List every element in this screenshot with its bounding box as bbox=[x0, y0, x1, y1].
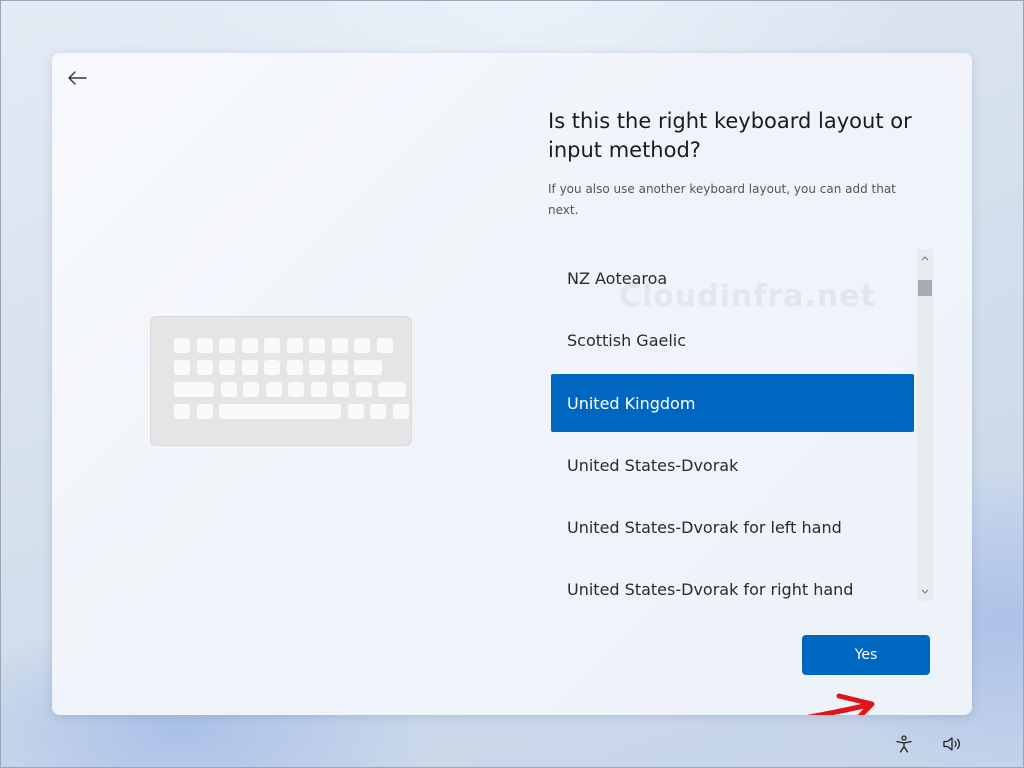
keyboard-key bbox=[354, 360, 382, 375]
list-item-united-states-dvorak-right-hand[interactable]: United States-Dvorak for right hand bbox=[551, 560, 914, 601]
red-arrow-annotation bbox=[807, 693, 875, 715]
back-arrow-icon bbox=[68, 71, 87, 85]
list-item-label: United States-Dvorak for left hand bbox=[567, 517, 842, 537]
keyboard-key bbox=[331, 360, 348, 375]
list-item-nz-aotearoa[interactable]: NZ Aotearoa bbox=[551, 249, 914, 307]
keyboard-key bbox=[174, 404, 190, 419]
keyboard-key bbox=[243, 382, 259, 397]
keyboard-key bbox=[219, 404, 341, 419]
list-item-label: Scottish Gaelic bbox=[567, 330, 687, 350]
keyboard-key bbox=[392, 404, 409, 419]
keyboard-key bbox=[220, 382, 237, 397]
keyboard-key bbox=[241, 338, 258, 353]
keyboard-key bbox=[174, 382, 214, 397]
oobe-dialog: Is this the right keyboard layout or inp… bbox=[52, 53, 972, 715]
volume-button[interactable] bbox=[940, 732, 964, 756]
keyboard-key bbox=[378, 382, 406, 397]
accessibility-button[interactable] bbox=[892, 732, 916, 756]
keyboard-key bbox=[219, 360, 235, 375]
volume-icon bbox=[943, 737, 961, 751]
keyboard-key bbox=[310, 382, 327, 397]
chevron-down-icon bbox=[921, 589, 929, 594]
keyboard-key bbox=[288, 382, 304, 397]
keyboard-key bbox=[265, 382, 282, 397]
keyboard-key bbox=[333, 382, 349, 397]
yes-button[interactable]: Yes bbox=[802, 635, 930, 675]
list-item-label: United States-Dvorak bbox=[567, 455, 739, 475]
list-item-united-states-dvorak-left-hand[interactable]: United States-Dvorak for left hand bbox=[551, 498, 914, 556]
keyboard-key bbox=[370, 404, 386, 419]
keyboard-key bbox=[196, 338, 213, 353]
keyboard-key bbox=[309, 360, 325, 375]
chevron-up-icon bbox=[921, 256, 929, 261]
keyboard-key bbox=[196, 404, 213, 419]
keyboard-key bbox=[264, 338, 280, 353]
keyboard-key bbox=[219, 338, 235, 353]
keyboard-key bbox=[174, 360, 190, 375]
list-item-label: United Kingdom bbox=[567, 393, 696, 413]
scroll-thumb[interactable] bbox=[918, 280, 932, 296]
page-subtitle: If you also use another keyboard layout,… bbox=[548, 182, 896, 217]
keyboard-key bbox=[264, 360, 280, 375]
list-item-label: United States-Dvorak for right hand bbox=[567, 579, 854, 599]
keyboard-illustration bbox=[150, 316, 412, 446]
keyboard-key bbox=[354, 338, 370, 353]
keyboard-key bbox=[286, 360, 303, 375]
keyboard-key bbox=[355, 382, 372, 397]
keyboard-layout-list[interactable]: NZ Aotearoa Scottish Gaelic United Kingd… bbox=[551, 249, 915, 601]
scroll-down-button[interactable] bbox=[917, 585, 933, 599]
keyboard-key bbox=[196, 360, 213, 375]
keyboard-key bbox=[347, 404, 364, 419]
scroll-up-button[interactable] bbox=[917, 251, 933, 265]
list-item-united-states-dvorak[interactable]: United States-Dvorak bbox=[551, 436, 914, 494]
keyboard-key bbox=[286, 338, 303, 353]
accessibility-icon bbox=[896, 735, 912, 753]
keyboard-key bbox=[376, 338, 393, 353]
list-item-united-kingdom[interactable]: United Kingdom bbox=[551, 374, 914, 432]
list-item-scottish-gaelic[interactable]: Scottish Gaelic bbox=[551, 311, 914, 369]
keyboard-key bbox=[174, 338, 190, 353]
list-scrollbar[interactable] bbox=[917, 249, 933, 601]
keyboard-key bbox=[331, 338, 348, 353]
back-button[interactable] bbox=[62, 63, 92, 93]
list-item-label: NZ Aotearoa bbox=[567, 268, 668, 288]
keyboard-key bbox=[309, 338, 325, 353]
page-title: Is this the right keyboard layout or inp… bbox=[548, 109, 912, 162]
keyboard-key bbox=[241, 360, 258, 375]
